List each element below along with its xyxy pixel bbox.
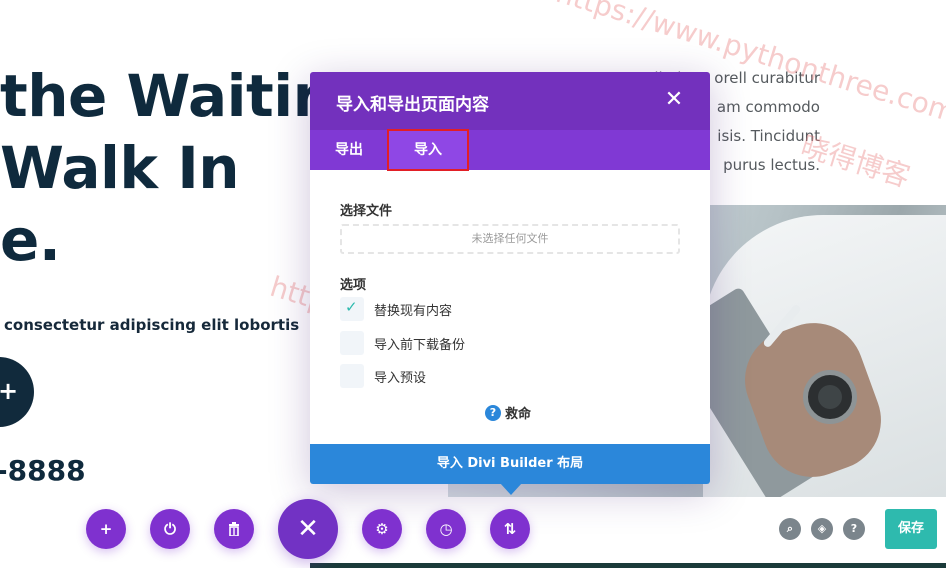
- hero-title: the Waitir Walk In e.: [0, 60, 321, 276]
- checkbox[interactable]: ✓: [340, 297, 364, 321]
- file-label: 选择文件: [340, 204, 393, 219]
- gear-icon[interactable]: ⚙: [362, 509, 402, 549]
- layers-icon[interactable]: ◈: [811, 518, 833, 540]
- portability-modal: 导入和导出页面内容 ✕ 导出 导入 选择文件 未选择任何文件 选项 ✓ 替换现有…: [310, 72, 710, 495]
- zoom-icon[interactable]: ⌕: [779, 518, 801, 540]
- power-icon[interactable]: ⏻: [150, 509, 190, 549]
- option-label: 导入前下载备份: [374, 338, 466, 353]
- checkbox[interactable]: [340, 364, 364, 388]
- plus-icon[interactable]: +: [86, 509, 126, 549]
- option-label: 替换现有内容: [374, 304, 453, 319]
- hero-phone: -8888: [0, 454, 86, 487]
- trash-icon-svg: [229, 522, 239, 537]
- portability-icon[interactable]: ⇅: [490, 509, 530, 549]
- modal-caret: [500, 483, 522, 495]
- file-input[interactable]: 未选择任何文件: [340, 224, 680, 254]
- photo-watch: [803, 370, 857, 424]
- modal-header: 导入和导出页面内容 ✕: [310, 72, 710, 130]
- hero-title-line: the Waitir: [0, 62, 321, 130]
- footer-strip: [310, 563, 946, 568]
- modal-title: 导入和导出页面内容: [336, 95, 489, 115]
- options-label: 选项: [340, 278, 367, 293]
- photo-watch-face: [818, 385, 842, 409]
- close-builder-button[interactable]: ✕: [278, 499, 338, 559]
- help-icon[interactable]: ?: [843, 518, 865, 540]
- close-icon[interactable]: ✕: [662, 88, 686, 112]
- hero-subtitle: consectetur adipiscing elit lobortis: [4, 316, 300, 334]
- option-label: 导入预设: [374, 371, 427, 386]
- checkbox[interactable]: [340, 331, 364, 355]
- import-layout-button[interactable]: 导入 Divi Builder 布局: [310, 444, 710, 484]
- save-button[interactable]: 保存: [885, 509, 937, 549]
- history-icon[interactable]: ◷: [426, 509, 466, 549]
- hero-title-line: e.: [0, 206, 61, 274]
- modal-tabs: 导出 导入: [310, 129, 710, 171]
- plus-icon: +: [0, 377, 19, 405]
- tab-import[interactable]: 导入: [387, 129, 469, 171]
- tab-export[interactable]: 导出: [310, 130, 388, 170]
- question-icon: ?: [485, 404, 501, 421]
- check-icon: ✓: [345, 298, 358, 316]
- hero-title-line: Walk In: [0, 134, 240, 202]
- trash-icon[interactable]: [214, 509, 254, 549]
- hero-cta-button[interactable]: +: [0, 357, 34, 427]
- help-link[interactable]: ? 救命: [485, 402, 531, 422]
- help-label: 救命: [505, 407, 532, 422]
